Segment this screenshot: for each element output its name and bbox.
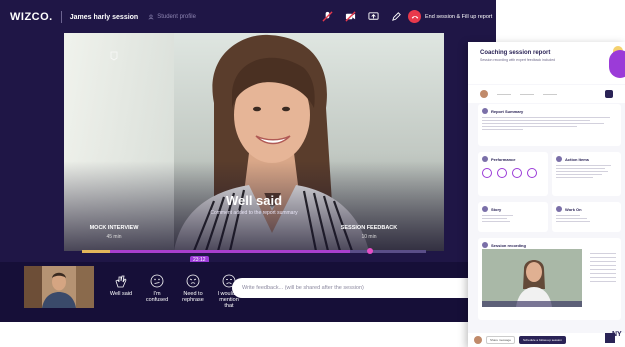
end-session-button[interactable]: End session & Fill up report: [408, 10, 492, 23]
reaction-headline: Well said: [225, 193, 283, 208]
mock-interview-label: MOCK INTERVIEW: [89, 225, 139, 231]
story-card: Story: [478, 202, 548, 232]
reaction-label: I'm confused: [145, 291, 169, 303]
main-video-feed: Well said Comment added to the report su…: [64, 33, 444, 251]
wizco-watermark-icon: [110, 51, 118, 61]
info-line: [497, 93, 511, 95]
report-subtitle: Session recording with expert feedback i…: [480, 58, 556, 62]
reaction-well-said[interactable]: Well said: [106, 274, 136, 309]
info-line: [543, 93, 557, 95]
progress-segment-intro: [82, 250, 110, 253]
progress-segment-interview: [110, 250, 350, 253]
divider: [60, 11, 62, 23]
top-bar: WIZCO. James harly session Student profi…: [0, 0, 496, 34]
progress-handle[interactable]: [367, 248, 373, 254]
reaction-rephrase[interactable]: Need to rephrase: [178, 274, 208, 309]
camera-off-icon[interactable]: [345, 11, 356, 22]
work-on-card: Work On: [552, 202, 621, 232]
story-icon: [482, 206, 488, 212]
session-feedback-duration: 10 min: [361, 234, 377, 240]
comment-added-note: Comment added to the report summary: [210, 210, 298, 216]
segment-session-feedback: SESSION FEEDBACK 10 min: [334, 225, 404, 241]
microphone-muted-icon[interactable]: [322, 11, 333, 22]
mock-interview-duration: 45 min: [106, 234, 122, 240]
story-heading: Story: [491, 206, 502, 212]
schedule-followup-button[interactable]: Schedule a follow-up session: [519, 336, 566, 344]
top-controls: [322, 11, 402, 22]
coach-video-thumbnail: [24, 266, 94, 308]
action-items-heading: Action Items: [565, 156, 590, 162]
end-call-icon: [408, 10, 421, 23]
student-profile-link[interactable]: Student profile: [148, 14, 196, 20]
clap-icon: [115, 275, 127, 288]
work-on-icon: [556, 206, 562, 212]
report-title: Coaching session report: [480, 50, 551, 56]
recording-image: [482, 249, 582, 307]
recording-heading: Session recording: [491, 242, 526, 248]
coaching-report-panel: Coaching session report Session recordin…: [468, 42, 625, 347]
avatar: [480, 90, 488, 98]
confused-face-icon: [150, 274, 164, 288]
recording-video-thumbnail[interactable]: [482, 249, 582, 307]
reaction-label: Need to rephrase: [182, 291, 204, 303]
session-title: James harly session: [69, 13, 139, 21]
reaction-buttons: Well said I'm confused Need to rephrase: [106, 274, 244, 309]
report-footer: Share message Schedule a follow-up sessi…: [468, 333, 625, 347]
student-profile-label: Student profile: [157, 14, 196, 20]
report-info-row: ​: [468, 85, 625, 103]
action-items-card: Action Items: [552, 152, 621, 196]
feedback-input[interactable]: [232, 278, 484, 298]
app-logo: WIZCO.: [10, 11, 53, 23]
session-feedback-label: SESSION FEEDBACK: [340, 225, 398, 231]
screen-share-icon[interactable]: [368, 11, 379, 22]
summary-heading: Report Summary: [491, 108, 524, 114]
coaching-app-window: WIZCO. James harly session Student profi…: [0, 0, 496, 322]
segment-mock-interview: MOCK INTERVIEW 45 min: [84, 225, 144, 241]
decorative-shape: [609, 50, 625, 78]
action-items-icon: [556, 156, 562, 162]
user-icon: [148, 14, 154, 20]
performance-card: Performance: [478, 152, 548, 196]
performance-icon: [482, 156, 488, 162]
recording-icon: [482, 242, 488, 248]
share-report-button[interactable]: ​: [605, 90, 613, 98]
coach-image: [24, 266, 94, 308]
pen-icon[interactable]: [391, 11, 402, 22]
info-line: [520, 93, 534, 95]
summary-icon: [482, 108, 488, 114]
performance-heading: Performance: [491, 156, 516, 162]
report-summary-card: Report Summary: [478, 104, 621, 146]
reaction-label: Well said: [109, 291, 133, 297]
avatar: [474, 336, 482, 344]
share-message-button[interactable]: Share message: [486, 336, 516, 344]
rephrase-face-icon: [186, 274, 200, 288]
reaction-confused[interactable]: I'm confused: [142, 274, 172, 309]
brand-text: NY: [612, 331, 622, 338]
end-session-label: End session & Fill up report: [425, 13, 493, 20]
work-on-heading: Work On: [565, 206, 582, 212]
report-header: Coaching session report Session recordin…: [468, 42, 625, 84]
